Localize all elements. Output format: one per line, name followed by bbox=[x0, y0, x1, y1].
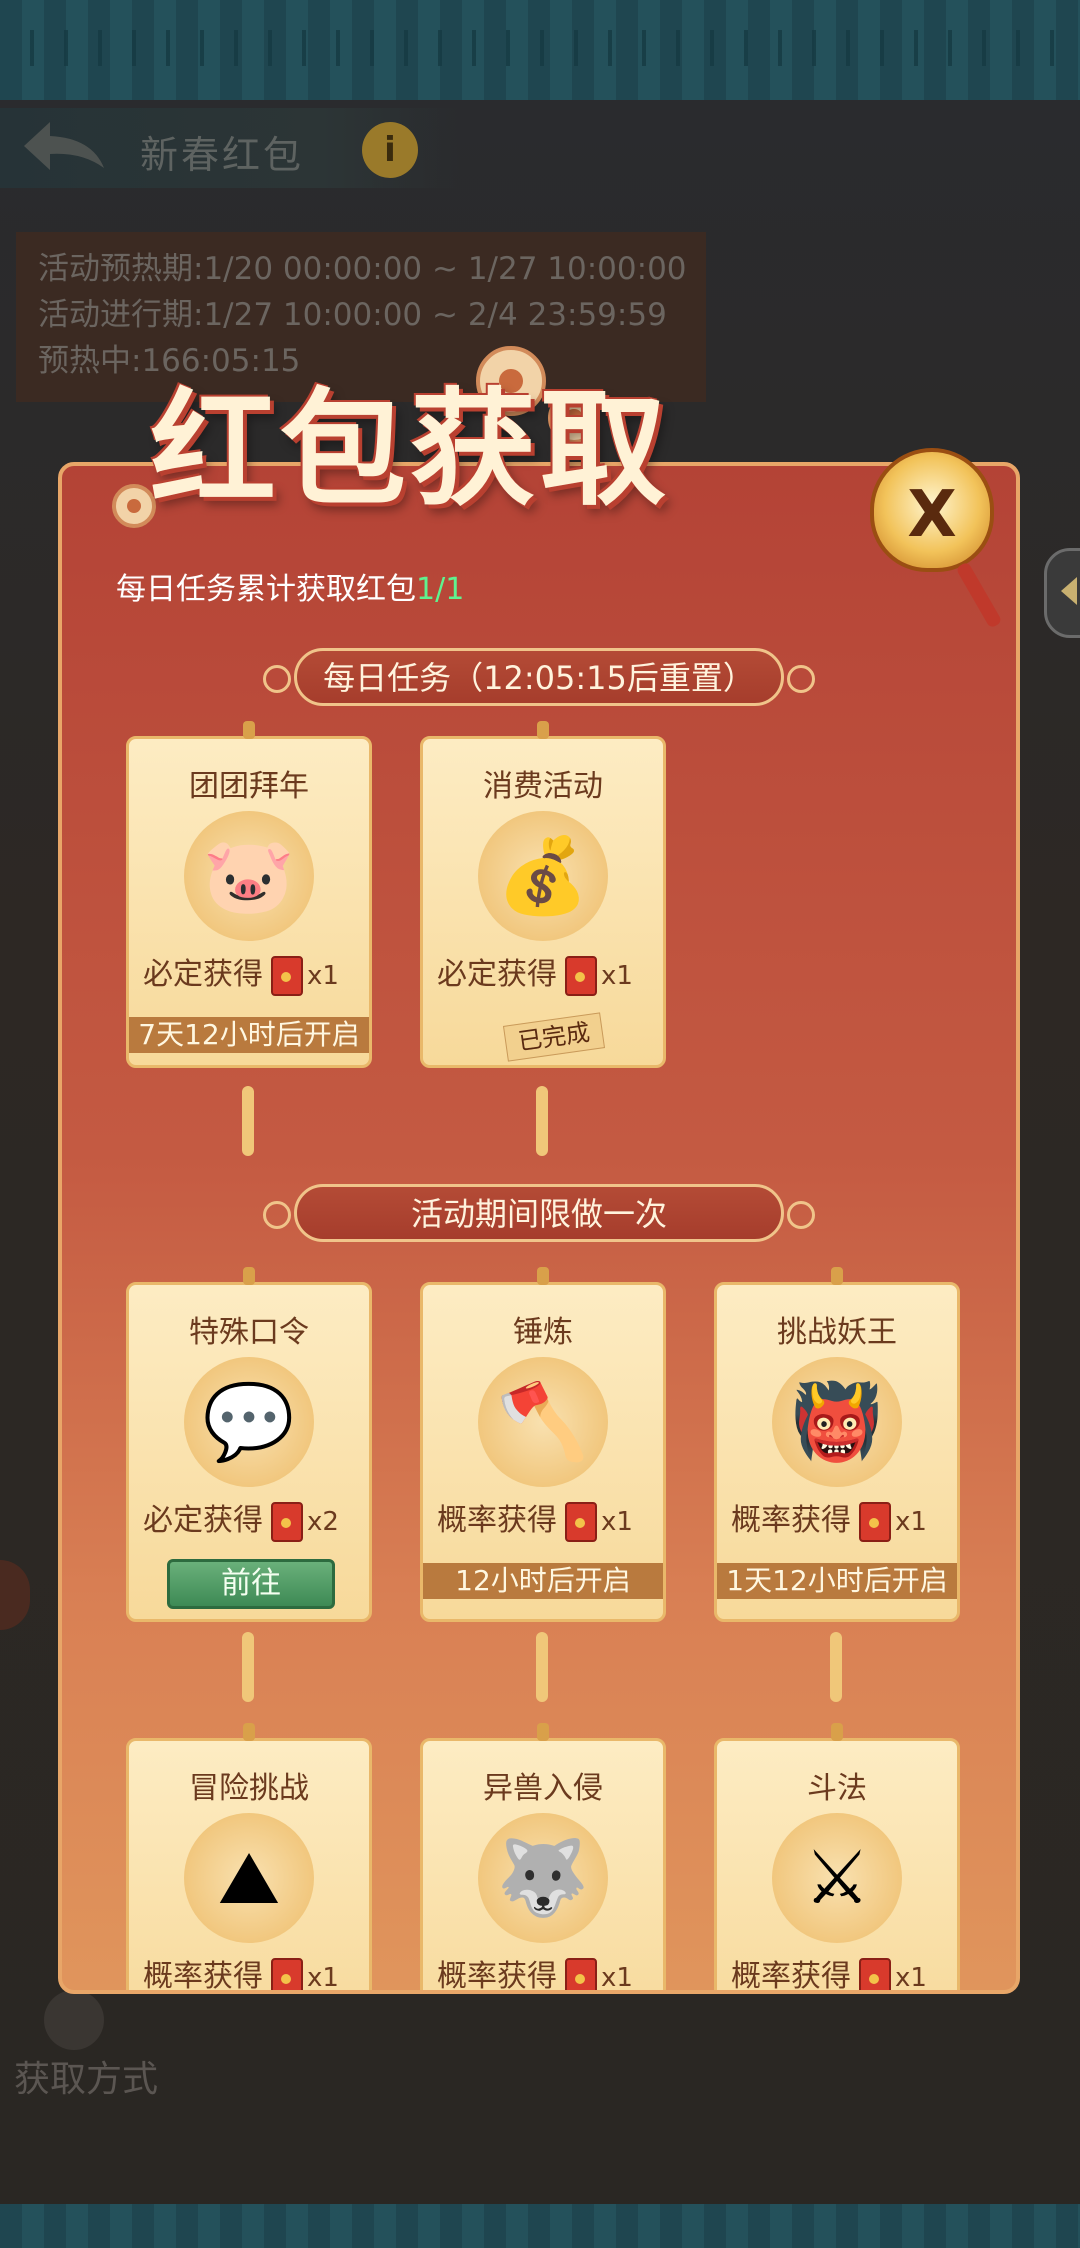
card-tassel bbox=[536, 1632, 548, 1702]
card-tassel bbox=[830, 1632, 842, 1702]
pig-mascot-icon: 🐷 bbox=[184, 811, 314, 941]
task-card-duel[interactable]: 斗法 ⚔ 概率获得 x1 bbox=[714, 1723, 960, 1994]
red-packet-icon bbox=[271, 1957, 303, 1990]
red-packet-icon bbox=[565, 1501, 597, 1542]
task-status: 7天12小时后开启 bbox=[129, 1017, 369, 1053]
reward-info: 概率获得 x1 bbox=[731, 1951, 927, 1994]
red-packet-icon bbox=[271, 1501, 303, 1542]
reward-label: 概率获得 bbox=[437, 1959, 557, 1994]
reward-label: 概率获得 bbox=[731, 1959, 851, 1994]
task-card-demon-king[interactable]: 挑战妖王 👹 概率获得 x1 1天12小时后开启 bbox=[714, 1267, 960, 1622]
red-packet-icon bbox=[565, 955, 597, 996]
active-period: 活动进行期:1/27 10:00:00 ~ 2/4 23:59:59 bbox=[38, 297, 667, 333]
preheat-period: 活动预热期:1/20 00:00:00 ~ 1/27 10:00:00 bbox=[38, 251, 687, 287]
page-title: 新春红包 bbox=[140, 133, 305, 177]
card-tassel bbox=[536, 1086, 548, 1156]
back-arrow-icon[interactable] bbox=[20, 118, 110, 174]
mountain-scroll-icon: ⛰ bbox=[184, 1813, 314, 1943]
reward-multiplier: x1 bbox=[307, 961, 339, 991]
task-title: 特殊口令 bbox=[189, 1315, 309, 1350]
task-title: 斗法 bbox=[807, 1771, 867, 1806]
daily-progress: 每日任务累计获取红包1/1 bbox=[116, 564, 464, 608]
panel-title: 红包获取 bbox=[150, 375, 670, 523]
top-decor-band bbox=[0, 0, 1080, 100]
reward-label: 概率获得 bbox=[437, 1503, 557, 1538]
beast-icon: 🐺 bbox=[478, 1813, 608, 1943]
hammer-icon: 🪓 bbox=[478, 1357, 608, 1487]
go-button[interactable]: 前往 bbox=[167, 1559, 335, 1609]
reward-multiplier: x2 bbox=[307, 1507, 339, 1537]
task-status: 12小时后开启 bbox=[423, 1563, 663, 1599]
treasure-bag-icon: 💰 bbox=[478, 811, 608, 941]
daily-tasks-banner: 每日任务（12:05:15后重置） bbox=[263, 648, 815, 706]
bottom-decor-band bbox=[0, 2204, 1080, 2248]
red-packet-icon bbox=[271, 955, 303, 996]
reward-info: 概率获得 x1 bbox=[143, 1951, 339, 1994]
reward-multiplier: x1 bbox=[895, 1963, 927, 1993]
completed-stamp: 已完成 bbox=[502, 1012, 606, 1062]
reward-label: 必定获得 bbox=[143, 1503, 263, 1538]
task-title: 挑战妖王 bbox=[777, 1315, 897, 1350]
crossed-swords-icon: ⚔ bbox=[772, 1813, 902, 1943]
info-icon[interactable]: i bbox=[362, 122, 418, 178]
task-status: 1天12小时后开启 bbox=[717, 1563, 957, 1599]
reward-multiplier: x1 bbox=[307, 1963, 339, 1993]
task-title: 消费活动 bbox=[483, 769, 603, 804]
chat-bubble-icon: 💬 bbox=[184, 1357, 314, 1487]
task-title: 冒险挑战 bbox=[189, 1771, 309, 1806]
reward-label: 必定获得 bbox=[437, 957, 557, 992]
task-card-forging[interactable]: 锤炼 🪓 概率获得 x1 12小时后开启 bbox=[420, 1267, 666, 1622]
red-packet-icon bbox=[859, 1957, 891, 1990]
reward-multiplier: x1 bbox=[601, 1507, 633, 1537]
reward-info: 必定获得 x1 bbox=[143, 949, 339, 996]
reward-info: 必定获得 x2 bbox=[143, 1495, 339, 1542]
task-title: 团团拜年 bbox=[189, 769, 309, 804]
demon-king-icon: 👹 bbox=[772, 1357, 902, 1487]
task-card-special-password[interactable]: 特殊口令 💬 必定获得 x2 前往 bbox=[126, 1267, 372, 1622]
task-title: 锤炼 bbox=[513, 1315, 573, 1350]
card-tassel bbox=[242, 1632, 254, 1702]
close-button[interactable]: X bbox=[870, 448, 994, 572]
task-title: 异兽入侵 bbox=[483, 1771, 603, 1806]
get-method-icon bbox=[44, 1990, 104, 2050]
reward-label: 必定获得 bbox=[143, 957, 263, 992]
task-card-spending[interactable]: 消费活动 💰 必定获得 x1 已完成 bbox=[420, 721, 666, 1068]
reward-multiplier: x1 bbox=[601, 961, 633, 991]
red-packet-icon bbox=[859, 1501, 891, 1542]
close-icon: X bbox=[907, 478, 957, 552]
reward-multiplier: x1 bbox=[601, 1963, 633, 1993]
reward-info: 概率获得 x1 bbox=[437, 1495, 633, 1542]
reward-info: 必定获得 x1 bbox=[437, 949, 633, 996]
red-packet-panel: 每日任务（12:05:15后重置） 团团拜年 🐷 必定获得 x1 7天12小时后开… bbox=[58, 462, 1020, 1994]
reward-info: 概率获得 x1 bbox=[437, 1951, 633, 1994]
task-card-tuantuan[interactable]: 团团拜年 🐷 必定获得 x1 7天12小时后开启 bbox=[126, 721, 372, 1068]
once-tasks-banner: 活动期间限做一次 bbox=[263, 1184, 815, 1242]
progress-label: 每日任务累计获取红包 bbox=[116, 572, 416, 607]
get-method-label[interactable]: 获取方式 bbox=[14, 2050, 158, 2102]
red-packet-icon bbox=[565, 1957, 597, 1990]
progress-value: 1/1 bbox=[416, 572, 465, 607]
reward-label: 概率获得 bbox=[143, 1959, 263, 1994]
side-expand-arrow-icon[interactable] bbox=[1044, 548, 1080, 638]
reward-label: 概率获得 bbox=[731, 1503, 851, 1538]
reward-multiplier: x1 bbox=[895, 1507, 927, 1537]
card-tassel bbox=[242, 1086, 254, 1156]
task-card-adventure[interactable]: 冒险挑战 ⛰ 概率获得 x1 bbox=[126, 1723, 372, 1994]
task-card-beast-invasion[interactable]: 异兽入侵 🐺 概率获得 x1 bbox=[420, 1723, 666, 1994]
reward-info: 概率获得 x1 bbox=[731, 1495, 927, 1542]
